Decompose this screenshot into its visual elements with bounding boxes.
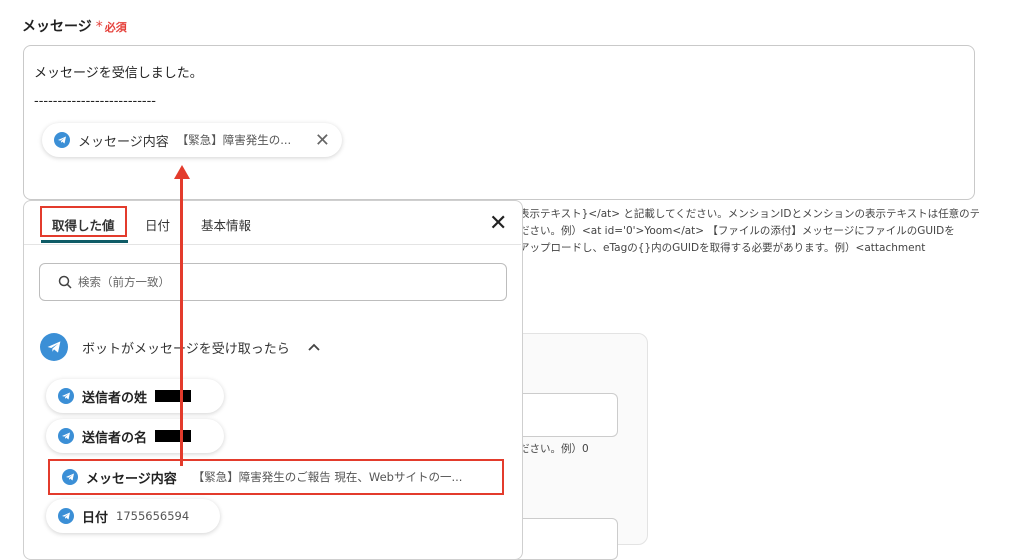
option-message-content[interactable]: メッセージ内容 【緊急】障害発生のご報告 現在、Webサイトの一...	[48, 459, 504, 495]
option-date[interactable]: 日付 1755656594	[46, 499, 220, 533]
option-key: 送信者の姓	[82, 390, 148, 406]
field-label: メッセージ * 必須	[22, 16, 127, 36]
tab-basic-info[interactable]: 基本情報	[201, 215, 251, 234]
option-key: 日付	[82, 510, 109, 526]
inserted-value-chip[interactable]: メッセージ内容 【緊急】障害発生の... ✕	[42, 123, 342, 157]
redacted-value	[155, 390, 192, 402]
option-value: 【緊急】障害発生のご報告 現在、Webサイトの一...	[192, 470, 463, 484]
redacted-value	[155, 430, 192, 442]
tab-acquired-values[interactable]: 取得した値	[52, 215, 115, 234]
annotation-arrow-head	[174, 165, 190, 179]
telegram-icon	[40, 333, 68, 361]
telegram-icon	[54, 132, 70, 148]
help-line-1: 表示テキスト}</at> と記載してください。メンションIDとメンションの表示テ…	[519, 208, 979, 220]
chip-value: 【緊急】障害発生の...	[176, 133, 292, 147]
tab-divider	[24, 244, 521, 245]
help-line-3: アップロードし、eTagの{}内のGUIDを取得する必要があります。例）<att…	[519, 242, 926, 254]
message-line-2: --------------------------	[34, 94, 156, 109]
option-value: 1755656594	[116, 509, 190, 523]
section-title: ボットがメッセージを受け取ったら	[82, 341, 290, 357]
telegram-icon	[62, 469, 78, 485]
active-tab-underline	[41, 240, 128, 243]
required-text: 必須	[104, 21, 127, 34]
telegram-icon	[58, 388, 74, 404]
chevron-up-icon[interactable]	[308, 340, 320, 354]
required-star: *	[95, 19, 103, 35]
search-icon	[58, 275, 72, 289]
option-sender-first-name[interactable]: 送信者の名	[46, 419, 224, 453]
help-line-2: ださい。例）<at id='0'>Yoom</at> 【ファイルの添付】メッセー…	[519, 225, 955, 237]
help-line-4: ださい。例）0	[519, 443, 589, 455]
option-key: 送信者の名	[82, 430, 148, 446]
search-placeholder: 検索（前方一致）	[78, 275, 170, 289]
annotation-arrow-line	[180, 176, 183, 466]
settings-panel	[510, 333, 648, 545]
message-line-1: メッセージを受信しました。	[34, 66, 203, 81]
chip-remove-icon[interactable]: ✕	[315, 130, 330, 151]
option-sender-last-name[interactable]: 送信者の姓	[46, 379, 224, 413]
telegram-icon	[58, 428, 74, 444]
chip-key: メッセージ内容	[78, 134, 169, 150]
search-input[interactable]: 検索（前方一致）	[39, 263, 507, 301]
telegram-icon	[58, 508, 74, 524]
close-icon[interactable]: ✕	[489, 213, 507, 235]
help-text: 表示テキスト}</at> と記載してください。メンションIDとメンションの表示テ…	[519, 206, 979, 257]
field-label-text: メッセージ	[22, 19, 92, 35]
option-key: メッセージ内容	[86, 471, 177, 487]
tab-date[interactable]: 日付	[145, 215, 170, 234]
